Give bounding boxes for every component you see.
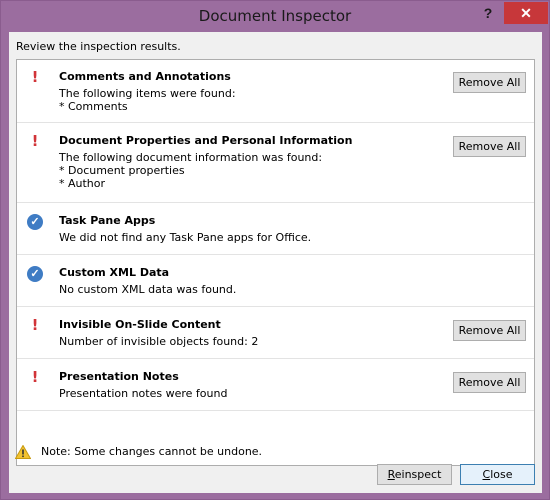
result-row-document-properties: ! Document Properties and Personal Infor… xyxy=(17,123,534,203)
reinspect-button[interactable]: Reinspect xyxy=(377,464,452,485)
result-row-comments: ! Comments and Annotations The following… xyxy=(17,60,534,123)
instructions-text: Review the inspection results. xyxy=(16,40,181,53)
exclamation-icon: ! xyxy=(31,368,39,386)
exclamation-icon: ! xyxy=(31,132,39,150)
remove-all-button-presentation-notes[interactable]: Remove All xyxy=(453,372,526,393)
remove-all-button-invisible-content[interactable]: Remove All xyxy=(453,320,526,341)
exclamation-icon: ! xyxy=(31,68,39,86)
remove-all-button-document-properties[interactable]: Remove All xyxy=(453,136,526,157)
title-bar[interactable]: Document Inspector ? ✕ xyxy=(1,1,549,33)
result-row-task-pane-apps: ✓ Task Pane Apps We did not find any Tas… xyxy=(17,203,534,255)
window-title: Document Inspector xyxy=(198,7,352,25)
checkmark-icon: ✓ xyxy=(27,214,43,230)
result-line: * Document properties xyxy=(59,164,185,177)
result-line: We did not find any Task Pane apps for O… xyxy=(59,231,312,244)
remove-all-button-comments[interactable]: Remove All xyxy=(453,72,526,93)
result-line: No custom XML data was found. xyxy=(59,283,237,296)
dialog-window: Document Inspector ? ✕ Review the inspec… xyxy=(0,0,550,500)
dialog-client-area: Review the inspection results. ! Comment… xyxy=(9,32,542,493)
window-close-button[interactable]: ✕ xyxy=(504,2,548,24)
result-title: Comments and Annotations xyxy=(59,70,231,83)
help-button[interactable]: ? xyxy=(475,2,501,24)
checkmark-icon: ✓ xyxy=(27,266,43,282)
result-title: Document Properties and Personal Informa… xyxy=(59,134,353,147)
result-title: Custom XML Data xyxy=(59,266,170,279)
result-row-invisible-content: ! Invisible On-Slide Content Number of i… xyxy=(17,307,534,359)
exclamation-icon: ! xyxy=(31,316,39,334)
close-button[interactable]: Close xyxy=(460,464,535,485)
results-list[interactable]: ! Comments and Annotations The following… xyxy=(16,59,535,466)
result-line: * Comments xyxy=(59,100,128,113)
result-line: The following items were found: xyxy=(59,87,236,100)
result-row-custom-xml: ✓ Custom XML Data No custom XML data was… xyxy=(17,255,534,307)
result-line: The following document information was f… xyxy=(59,151,323,164)
result-line: Presentation notes were found xyxy=(59,387,228,400)
result-line: * Author xyxy=(59,177,106,190)
result-row-presentation-notes: ! Presentation Notes Presentation notes … xyxy=(17,359,534,411)
result-line: Number of invisible objects found: 2 xyxy=(59,335,259,348)
result-title: Presentation Notes xyxy=(59,370,179,383)
note-text: Note: Some changes cannot be undone. xyxy=(41,445,263,458)
result-title: Task Pane Apps xyxy=(59,214,156,227)
result-title: Invisible On-Slide Content xyxy=(59,318,221,331)
warning-triangle-icon xyxy=(15,445,31,459)
